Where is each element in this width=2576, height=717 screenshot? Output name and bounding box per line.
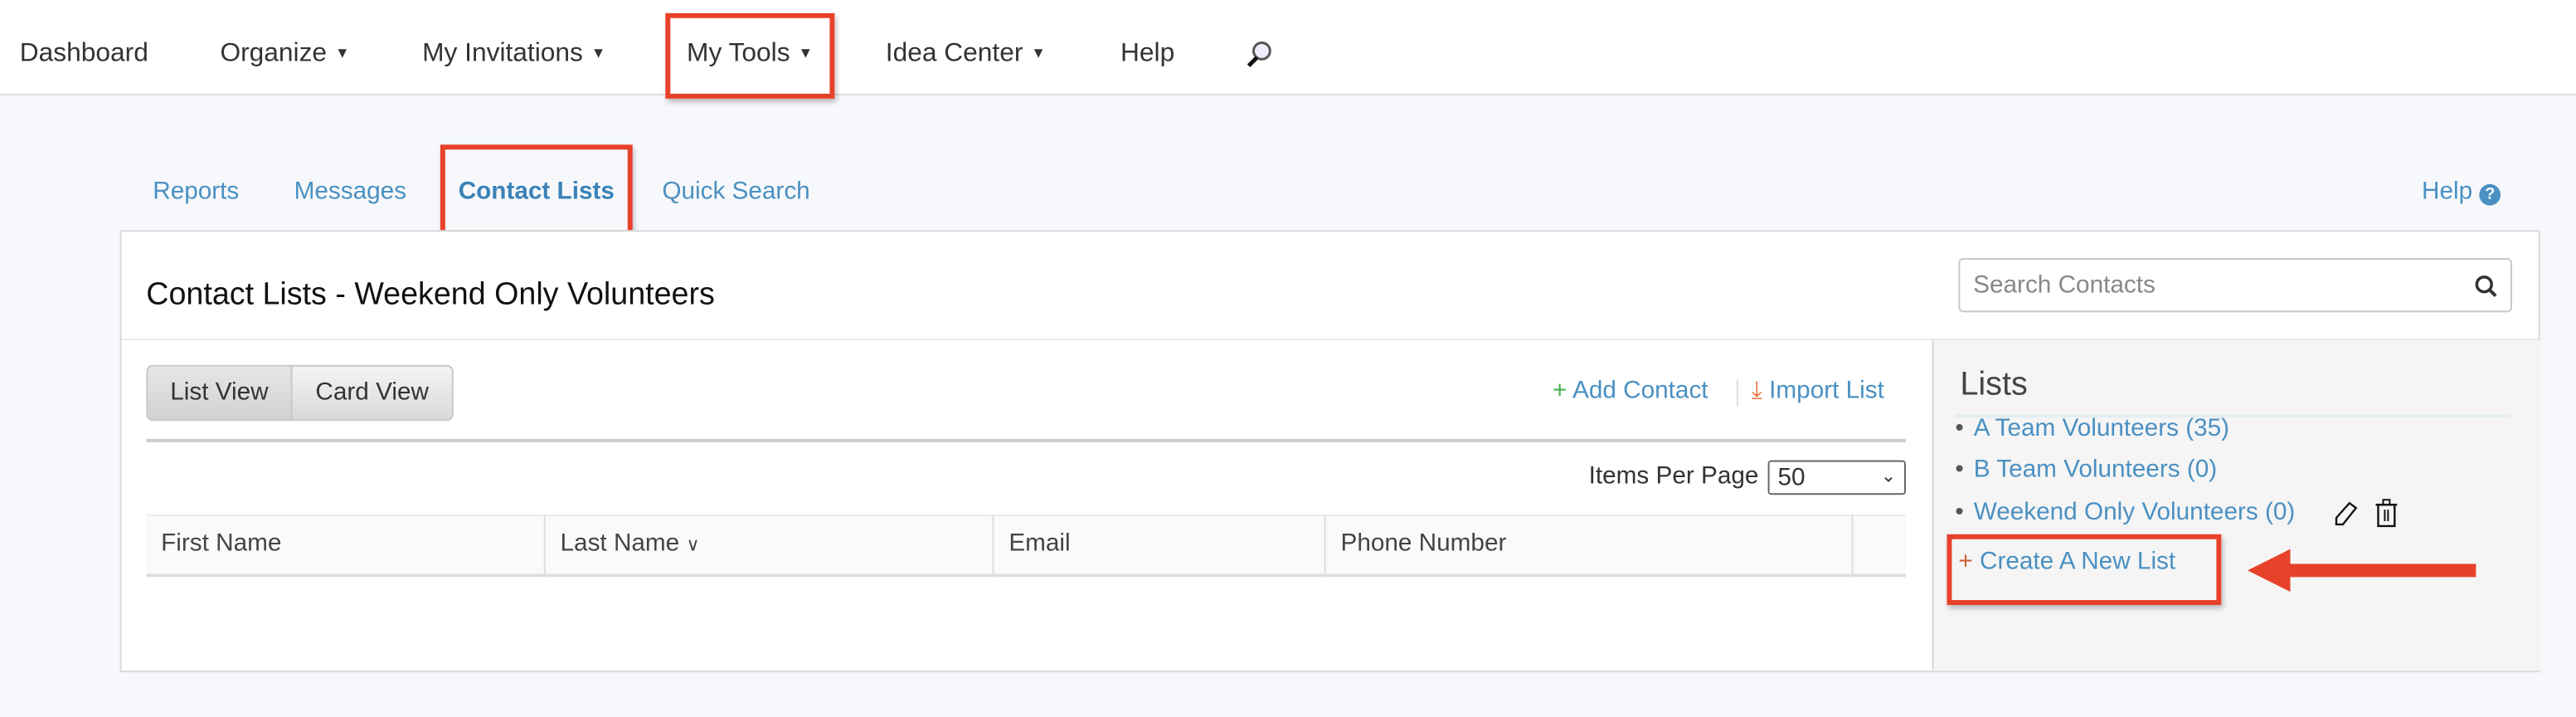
items-per-page-label: Items Per Page [1588,461,1759,490]
nav-label: Organize [220,39,328,68]
search-placeholder: Search Contacts [1973,271,2156,300]
column-first-name[interactable]: First Name [146,515,546,578]
list-item[interactable]: • A Team Volunteers (35) [1955,414,2229,442]
top-navigation [0,0,2576,95]
list-item[interactable]: • B Team Volunteers (0) [1955,456,2217,484]
caret-down-icon: ▼ [334,44,350,61]
column-last-name[interactable]: Last Name ∨ [546,515,994,578]
trash-icon[interactable] [2374,498,2399,528]
tab-quick-search[interactable]: Quick Search [662,178,809,206]
annotation-arrow-icon [2248,549,2476,593]
column-email[interactable]: Email [994,515,1326,578]
list-view-button[interactable]: List View [146,364,293,422]
bullet: • [1955,414,1964,442]
search-icon[interactable] [2474,275,2497,298]
nav-dashboard[interactable]: Dashboard [20,40,148,70]
column-label: Last Name [560,529,680,558]
nav-label: My Invitations [422,39,583,68]
separator [1736,379,1738,407]
add-contact-label: Add Contact [1572,376,1708,405]
divider [146,438,1906,441]
items-per-page-select[interactable]: 50 ⌄ [1767,460,1906,495]
download-tray-icon: ⤓ [1751,376,1762,405]
import-list-label: Import List [1769,376,1884,405]
help-label: Help [2421,177,2473,206]
sort-chevron-icon: ∨ [686,535,700,556]
select-value: 50 [1777,463,1806,492]
magnifier-icon[interactable] [1244,40,1274,70]
caret-down-icon: ▼ [591,44,606,61]
bullet: • [1955,498,1964,526]
nav-organize[interactable]: Organize ▼ [220,40,349,70]
search-contacts-input[interactable]: Search Contacts [1958,258,2512,313]
list-label: A Team Volunteers (35) [1973,414,2230,442]
help-link[interactable]: Help ? [2422,178,2501,206]
page-title: Contact Lists - Weekend Only Volunteers [146,277,715,313]
import-list-link[interactable]: ⤓ Import List [1752,377,1884,405]
nav-label: Idea Center [885,39,1023,68]
nav-my-invitations[interactable]: My Invitations ▼ [422,40,605,70]
list-label: Weekend Only Volunteers (0) [1973,498,2296,526]
tab-messages[interactable]: Messages [294,178,406,206]
nav-idea-center[interactable]: Idea Center ▼ [886,40,1046,70]
caret-down-icon: ▼ [1031,44,1046,61]
annotation-highlight-contact-lists [440,144,633,236]
plus-icon: + [1553,376,1567,405]
question-circle-icon: ? [2479,183,2501,206]
card-view-button[interactable]: Card View [290,364,454,422]
column-phone-number[interactable]: Phone Number [1326,515,1854,578]
annotation-highlight-create-list [1947,534,2222,606]
pencil-icon[interactable] [2333,500,2360,528]
nav-help[interactable]: Help [1120,40,1174,70]
list-label: B Team Volunteers (0) [1973,455,2218,484]
chevron-down-icon: ⌄ [1880,466,1897,487]
tab-reports[interactable]: Reports [153,178,239,206]
lists-heading: Lists [1960,366,2028,403]
add-contact-link[interactable]: + Add Contact [1553,377,1708,405]
annotation-highlight-my-tools [665,12,835,99]
list-item[interactable]: • Weekend Only Volunteers (0) [1955,498,2295,526]
bullet: • [1955,455,1964,484]
